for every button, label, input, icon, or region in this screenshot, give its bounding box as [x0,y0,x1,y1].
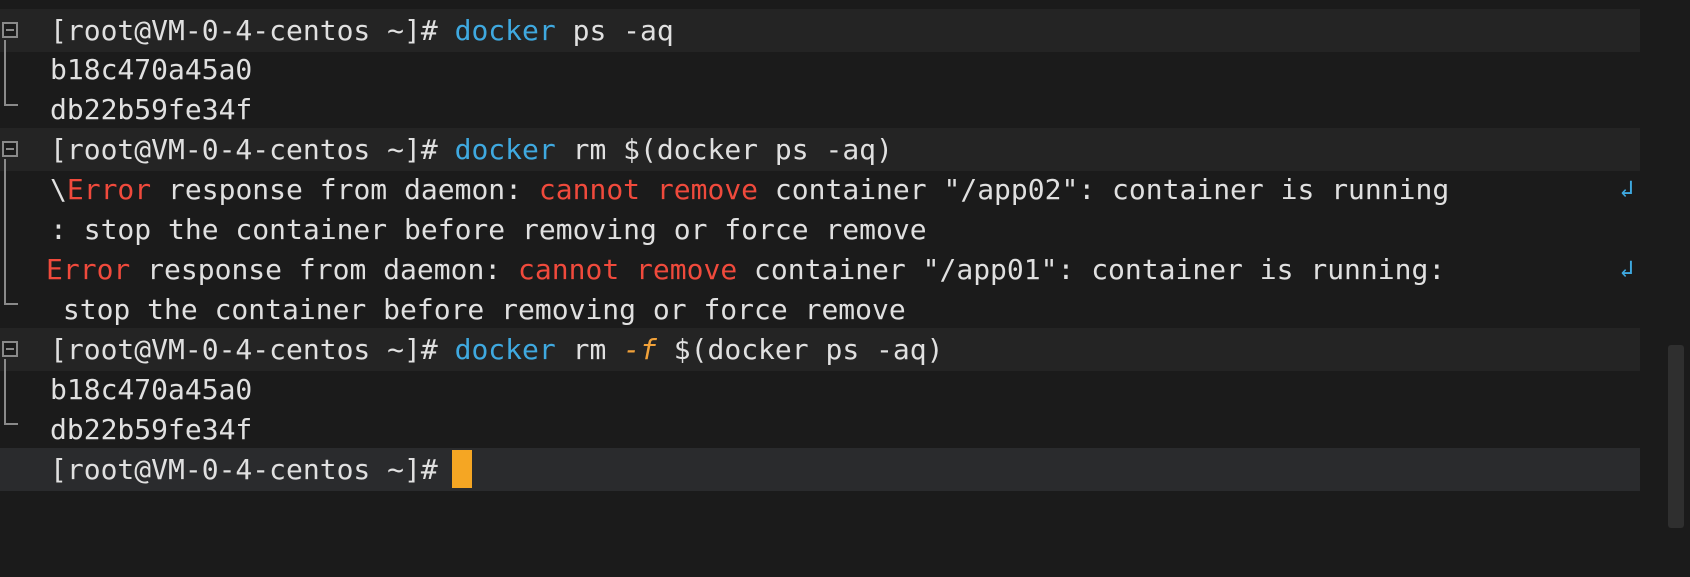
output-line: b18c470a45a0 [50,53,253,86]
fold-end-marker [4,104,18,106]
shell-prompt: [root@VM-0-4-centos ~]# [50,133,438,166]
command-flag: -f [623,333,657,366]
command-name: docker [454,14,556,47]
shell-prompt: [root@VM-0-4-centos ~]# [50,14,438,47]
error-line-continued: : stop the container before removing or … [50,213,927,246]
command-line: [root@VM-0-4-centos ~]# docker rm $(dock… [0,128,1640,171]
error-line: Error response from daemon: cannot remov… [0,248,1640,291]
command-name: docker [454,133,556,166]
output-line: db22b59fe34f [50,93,253,126]
shell-prompt: [root@VM-0-4-centos ~]# [50,453,438,486]
error-line-continued: stop the container before removing or fo… [46,293,906,326]
scrollbar[interactable] [1668,345,1684,528]
output-line: db22b59fe34f [50,413,253,446]
active-prompt-line[interactable]: [root@VM-0-4-centos ~]# [0,448,1640,491]
fold-line [4,40,24,106]
fold-marker-icon[interactable] [2,341,18,357]
fold-end-marker [4,303,18,305]
terminal-window[interactable]: [root@VM-0-4-centos ~]# docker ps -aq b1… [0,0,1690,528]
output-line: b18c470a45a0 [50,373,253,406]
command-args: ps -aq [555,14,674,47]
line-wrap-icon: ↲ [1619,175,1634,203]
fold-end-marker [4,423,18,425]
fold-marker-icon[interactable] [2,22,18,38]
fold-line [4,159,24,305]
shell-prompt: [root@VM-0-4-centos ~]# [50,333,438,366]
command-args: rm $(docker ps -aq) [555,133,893,166]
fold-line [4,359,24,425]
error-line: \Error response from daemon: cannot remo… [0,168,1640,211]
fold-marker-icon[interactable] [2,141,18,157]
line-wrap-icon: ↲ [1619,255,1634,283]
command-line: [root@VM-0-4-centos ~]# docker rm -f $(d… [0,328,1640,371]
command-line: [root@VM-0-4-centos ~]# docker ps -aq [0,9,1640,52]
command-name: docker [454,333,556,366]
text-cursor [451,450,472,488]
